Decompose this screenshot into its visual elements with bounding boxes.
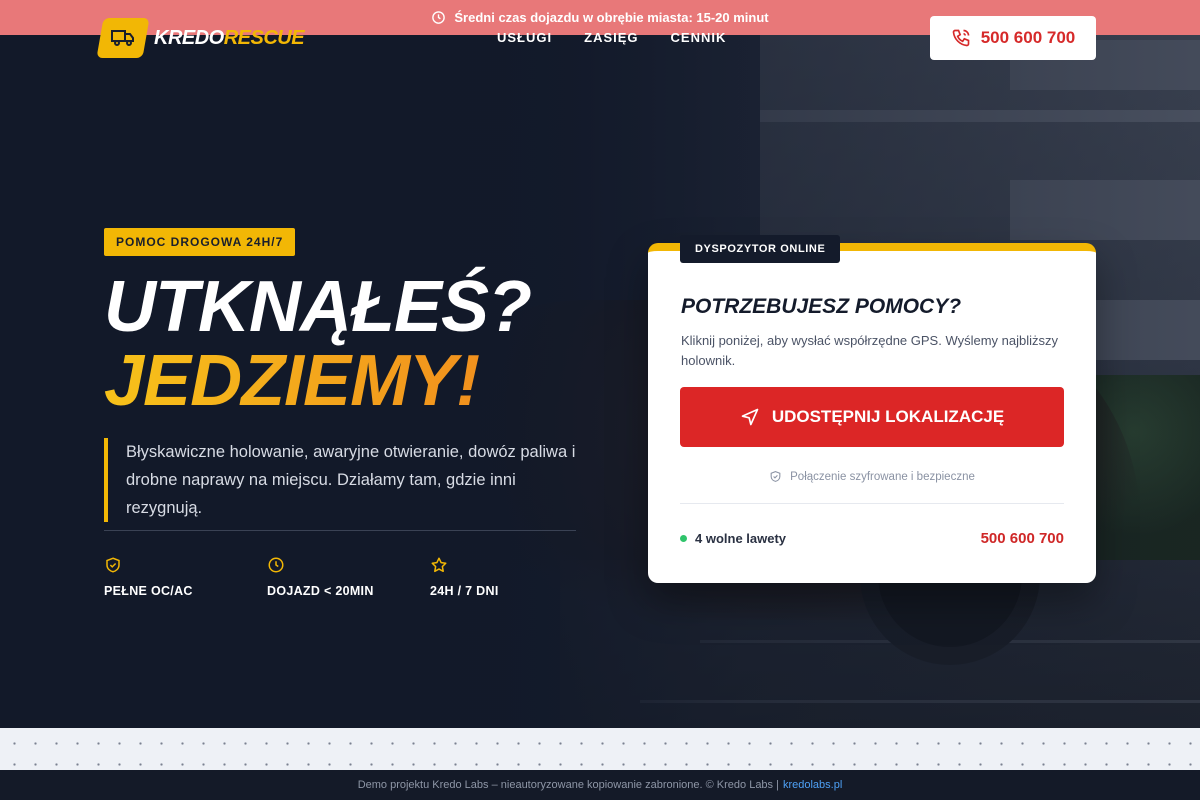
star-icon [431, 557, 447, 573]
footer-link[interactable]: kredolabs.pl [783, 779, 842, 791]
nav-item-zasieg[interactable]: ZASIĘG [584, 30, 638, 45]
hero-divider [104, 530, 576, 531]
share-location-button[interactable]: UDOSTĘPNIJ LOKALIZACJĘ [680, 387, 1064, 447]
card-divider [680, 503, 1064, 504]
share-location-label: UDOSTĘPNIJ LOKALIZACJĘ [771, 407, 1005, 426]
logo-text-kredo: KREDO [154, 26, 224, 49]
feature-item: DOJAZD < 20MIN [267, 556, 430, 600]
status-dot-icon [680, 535, 687, 542]
hero-lead: Błyskawiczne holowanie, awaryjne otwiera… [104, 438, 584, 522]
footer-text: Demo projektu Kredo Labs – nieautoryzowa… [357, 779, 779, 791]
clock-icon [432, 11, 446, 24]
shield-check-icon [106, 557, 120, 573]
shield-check-icon [770, 471, 781, 482]
phone-icon [952, 29, 970, 47]
card-badge: DYSPOZYTOR ONLINE [680, 235, 841, 263]
feature-item: 24H / 7 DNI [430, 556, 593, 600]
dispatch-card: DYSPOZYTOR ONLINE POTRZEBUJESZ POMOCY? K… [648, 235, 1096, 583]
nav-item-cennik[interactable]: CENNIK [671, 30, 727, 45]
logo-badge [96, 18, 150, 58]
feature-list: PEŁNE OC/AC DOJAZD < 20MIN 24H / 7 DNI [104, 556, 593, 600]
truck-icon [111, 30, 134, 46]
hero-heading: UTKNĄŁEŚ? JEDZIEMY! [104, 267, 532, 418]
navigation-arrow-icon [741, 408, 759, 426]
announcement-text: Średni czas dojazdu w obrębie miasta: 15… [454, 10, 769, 25]
footer: Demo projektu Kredo Labs – nieautoryzowa… [0, 770, 1200, 800]
dotted-band [0, 728, 1200, 770]
security-note: Połączenie szyfrowane i bezpieczne [648, 470, 1096, 483]
logo-text-rescue: RESCUE [223, 26, 305, 49]
nav-item-uslugi[interactable]: USŁUGI [497, 30, 552, 45]
logo[interactable]: KREDORESCUE [96, 18, 305, 58]
hero-heading-line2: JEDZIEMY! [104, 344, 531, 418]
availability-status: 4 wolne lawety [680, 531, 786, 546]
card-phone-link[interactable]: 500 600 700 [981, 530, 1064, 547]
logo-wordmark: KREDORESCUE [154, 26, 305, 50]
card-description: Kliknij poniżej, aby wysłać współrzędne … [681, 333, 1059, 368]
feature-label: DOJAZD < 20MIN [267, 584, 374, 598]
feature-label: 24H / 7 DNI [430, 584, 499, 598]
header-phone-number: 500 600 700 [980, 28, 1076, 47]
availability-text: 4 wolne lawety [695, 531, 787, 546]
feature-item: PEŁNE OC/AC [104, 556, 267, 600]
card-title: POTRZEBUJESZ POMOCY? [681, 295, 962, 318]
header-phone-button[interactable]: 500 600 700 [930, 16, 1096, 60]
clock-icon [268, 557, 284, 573]
security-note-text: Połączenie szyfrowane i bezpieczne [790, 470, 975, 483]
hero-heading-line1: UTKNĄŁEŚ? [104, 267, 532, 347]
feature-label: PEŁNE OC/AC [104, 584, 193, 598]
main-nav: USŁUGI ZASIĘG CENNIK [497, 30, 726, 45]
service-tag: POMOC DROGOWA 24H/7 [104, 228, 296, 256]
